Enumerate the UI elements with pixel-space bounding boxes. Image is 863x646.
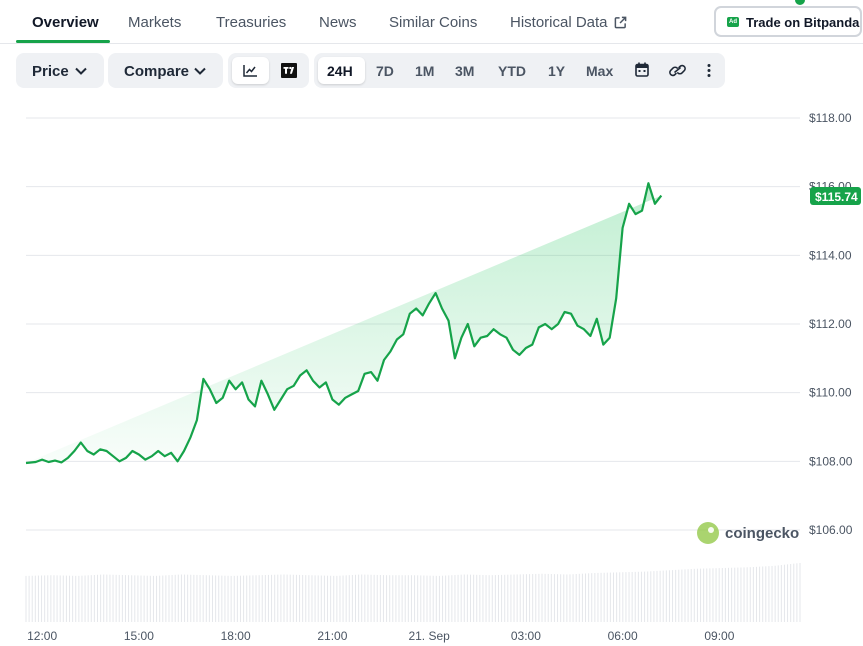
y-tick-label: $112.00	[809, 317, 852, 331]
x-tick-label: 03:00	[511, 629, 541, 643]
y-tick-label: $114.00	[809, 248, 852, 262]
coingecko-logo-eye	[708, 527, 714, 533]
grid-lines	[26, 117, 800, 531]
y-tick-label: $110.00	[809, 386, 852, 400]
area-fill-layer	[25, 0, 805, 465]
x-tick-label: 12:00	[27, 629, 57, 643]
x-tick-label: 18:00	[221, 629, 251, 643]
watermark-text: coingecko	[725, 525, 799, 542]
x-axis-labels: 12:00 15:00 18:00 21:00 21. Sep 03:00 06:00 09:…	[27, 629, 735, 643]
current-price-dot	[795, 0, 805, 5]
x-tick-label: 09:00	[704, 629, 734, 643]
x-tick-label: 06:00	[608, 629, 638, 643]
price-line	[25, 182, 663, 465]
x-tick-label: 21. Sep	[408, 629, 450, 643]
x-tick-label: 15:00	[124, 629, 154, 643]
current-price-layer: $115.74	[810, 187, 861, 205]
price-chart[interactable]: $118.00$116.00$114.00$112.00$110.00$108.…	[0, 0, 863, 646]
price-area	[26, 183, 662, 463]
x-tick-label: 21:00	[317, 629, 347, 643]
coingecko-logo-icon	[697, 522, 719, 544]
y-tick-label: $108.00	[809, 454, 853, 468]
y-tick-label: $106.00	[809, 523, 853, 537]
volume-bars	[25, 562, 801, 622]
current-price-label: $115.74	[815, 190, 858, 204]
coingecko-watermark: coingecko	[697, 522, 799, 544]
y-tick-label: $118.00	[809, 111, 852, 125]
y-axis-labels: $118.00$116.00$114.00$112.00$110.00$108.…	[809, 111, 853, 537]
